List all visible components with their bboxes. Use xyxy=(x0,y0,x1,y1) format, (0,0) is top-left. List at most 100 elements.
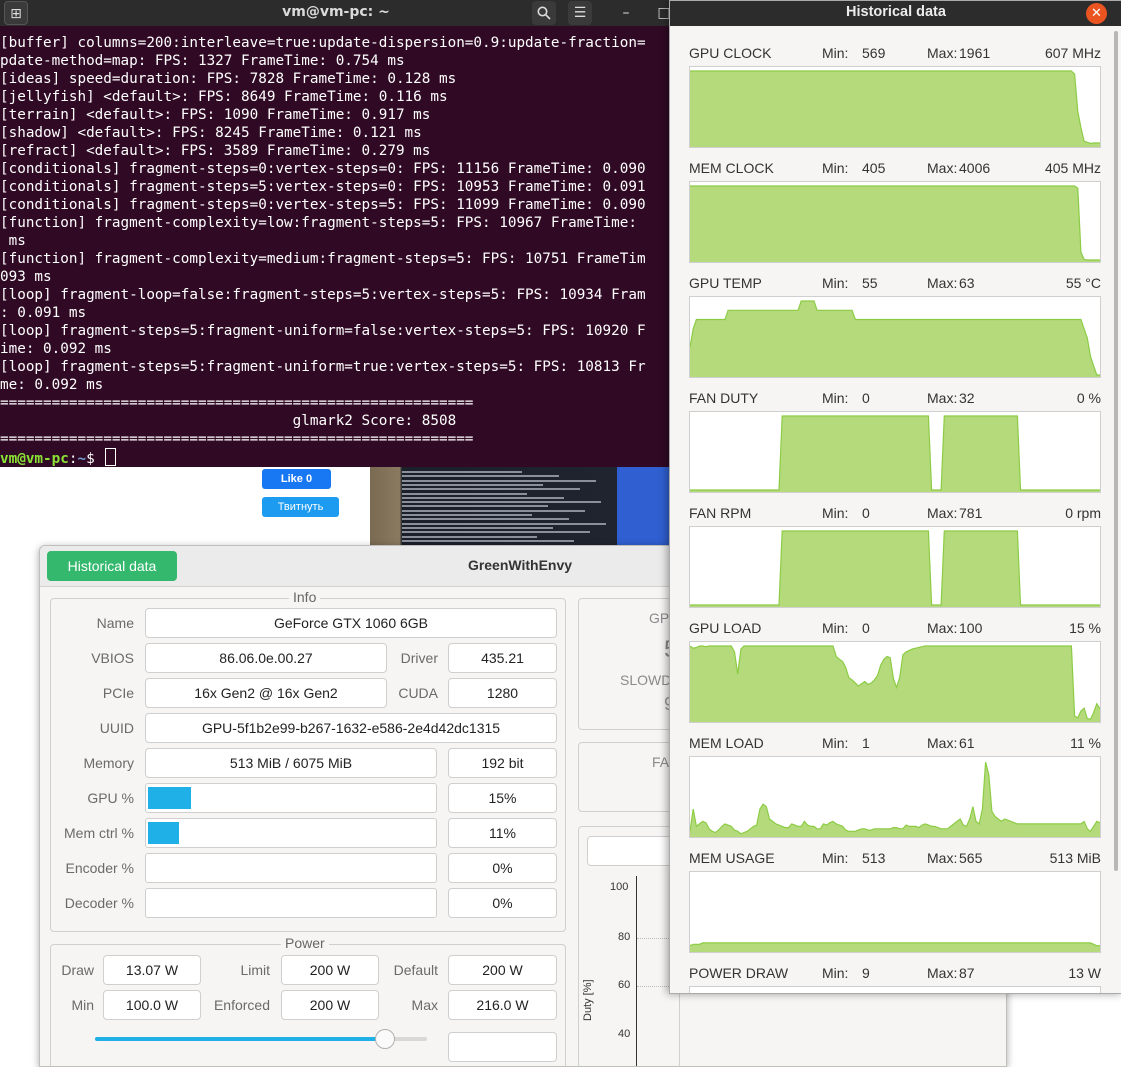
metric-max-value: 61 xyxy=(959,735,975,751)
metric-name: GPU TEMP xyxy=(689,275,762,291)
decoder-label: Decoder % xyxy=(64,895,134,911)
metric-max-label: Max: xyxy=(927,45,958,61)
metric-max-value: 781 xyxy=(959,505,983,521)
terminal-line: me: 0.092 ms xyxy=(0,377,104,393)
facebook-like-button[interactable]: Like 0 xyxy=(262,469,331,489)
metric-header: MEM CLOCK Min: 405 Max: 4006 405 MHz xyxy=(689,160,1101,178)
terminal-line: [buffer] columns=200:interleave=true:upd… xyxy=(0,35,646,51)
metric-max-value: 4006 xyxy=(959,160,991,176)
historical-data-button[interactable]: Historical data xyxy=(47,551,177,581)
encoder-label: Encoder % xyxy=(65,860,134,876)
metric-max-value: 565 xyxy=(959,850,983,866)
thumbnail-text-line xyxy=(402,501,601,504)
metric-name: GPU LOAD xyxy=(689,620,762,636)
thumbnail-text-line xyxy=(402,488,580,491)
metric-max-label: Max: xyxy=(927,390,958,406)
metric-current-value: 13 W xyxy=(1068,965,1101,981)
terminal-line: ========================================… xyxy=(0,395,474,411)
metric-name: FAN DUTY xyxy=(689,390,759,406)
metric-max-label: Max: xyxy=(927,965,958,981)
terminal-line: [conditionals] fragment-steps=0:vertex-s… xyxy=(0,197,646,213)
tweet-button[interactable]: Твитнуть xyxy=(262,497,339,517)
terminal-output[interactable]: [buffer] columns=200:interleave=true:upd… xyxy=(0,34,672,467)
slowdown-label: SLOWD xyxy=(620,672,672,688)
scrollbar[interactable] xyxy=(1114,31,1118,871)
memctrl-bar xyxy=(145,818,437,848)
metric-min-value: 513 xyxy=(862,850,886,866)
metric-min-label: Min: xyxy=(822,620,849,636)
terminal-window[interactable]: ⊞ vm@vm-pc: ~ ☰ – □ [buffer] columns=200… xyxy=(0,0,672,467)
metric-sparkline xyxy=(690,300,1100,377)
metric-sparkline xyxy=(690,762,1100,837)
fan-profile-dropdown[interactable] xyxy=(587,836,679,866)
fan-chart-ytick-60: 60 xyxy=(618,979,631,991)
metric-max-label: Max: xyxy=(927,160,958,176)
terminal-line: [function] fragment-complexity=medium:fr… xyxy=(0,251,646,267)
metric-header: GPU LOAD Min: 0 Max: 100 15 % xyxy=(689,620,1101,638)
search-icon[interactable] xyxy=(532,1,556,25)
metric-area xyxy=(690,301,1100,377)
metric-area xyxy=(690,71,1100,147)
min-label: Min xyxy=(71,997,94,1013)
fan-frame xyxy=(578,742,680,812)
thumbnail-text-line xyxy=(402,526,553,529)
thumbnail-text-line xyxy=(402,518,569,521)
thumbnail-text-line xyxy=(402,509,585,512)
fan-chart-ytick-100: 100 xyxy=(610,881,629,893)
historical-data-window[interactable]: Historical data ✕ GPU CLOCK Min: 569 Max: 19… xyxy=(669,0,1121,994)
metric-name: MEM USAGE xyxy=(689,850,775,866)
minimize-icon[interactable]: – xyxy=(614,1,638,25)
terminal-line: [loop] fragment-loop=false:fragment-step… xyxy=(0,287,646,303)
metric-min-value: 1 xyxy=(862,735,870,751)
fan-chart-ytick-80: 80 xyxy=(618,931,631,943)
metric-chart xyxy=(689,986,1101,993)
metric-header: MEM LOAD Min: 1 Max: 61 11 % xyxy=(689,735,1101,753)
metric-max-label: Max: xyxy=(927,275,958,291)
metric-current-value: 405 MHz xyxy=(1044,160,1101,176)
metric-current-value: 11 % xyxy=(1070,735,1101,751)
memory-bus-field: 192 bit xyxy=(448,748,557,778)
metric-chart xyxy=(689,641,1101,723)
enforced-field: 200 W xyxy=(281,990,379,1020)
metric-header: GPU CLOCK Min: 569 Max: 1961 607 MHz xyxy=(689,45,1101,63)
power-limit-slider-knob[interactable] xyxy=(375,1029,395,1049)
terminal-line: [shadow] <default>: FPS: 8245 FrameTime:… xyxy=(0,125,422,141)
prompt-dollar: $ xyxy=(86,451,104,467)
gpu-name-field: GeForce GTX 1060 6GB xyxy=(145,608,557,638)
metric-max-value: 32 xyxy=(959,390,975,406)
historical-title: Historical data xyxy=(846,4,946,20)
metric-sparkline xyxy=(690,942,1100,952)
hamburger-menu-icon[interactable]: ☰ xyxy=(568,1,592,25)
metric-sparkline xyxy=(690,70,1100,147)
thumbnail-text-line xyxy=(402,505,548,508)
terminal-line: [jellyfish] <default>: FPS: 8649 FrameTi… xyxy=(0,89,448,105)
metric-current-value: 607 MHz xyxy=(1044,45,1101,61)
cuda-label: CUDA xyxy=(398,685,438,701)
power-limit-slider[interactable] xyxy=(95,1029,427,1049)
terminal-line: pdate-method=map: FPS: 1327 FrameTime: 0… xyxy=(0,53,405,69)
metric-chart xyxy=(689,66,1101,148)
limit-field: 200 W xyxy=(281,955,379,985)
memory-label: Memory xyxy=(83,755,134,771)
decoder-value: 0% xyxy=(448,888,557,918)
memctrl-value: 11% xyxy=(448,818,557,848)
terminal-prompt[interactable]: vm@vm-pc:~$ xyxy=(0,448,672,467)
metric-min-label: Min: xyxy=(822,850,849,866)
thumbnail-text-line xyxy=(402,535,537,538)
thumbnail-text-line xyxy=(402,522,606,525)
thumbnail-text-line xyxy=(402,483,543,486)
metric-min-value: 0 xyxy=(862,390,870,406)
metric-min-value: 55 xyxy=(862,275,878,291)
thumbnail-text-line xyxy=(402,514,532,516)
metric-name: GPU CLOCK xyxy=(689,45,772,61)
power-apply-field[interactable] xyxy=(448,1032,557,1062)
metric-current-value: 513 MiB xyxy=(1049,850,1101,866)
fan-frame-title: FA xyxy=(652,754,670,770)
metric-current-value: 15 % xyxy=(1069,620,1101,636)
gpu-usage-bar xyxy=(145,783,437,813)
metric-min-label: Min: xyxy=(822,965,849,981)
fan-chart-y-axis xyxy=(636,876,637,1066)
prompt-user: vm@vm-pc xyxy=(0,451,69,467)
thumbnail-text-line xyxy=(402,496,564,499)
close-icon[interactable]: ✕ xyxy=(1086,3,1107,24)
